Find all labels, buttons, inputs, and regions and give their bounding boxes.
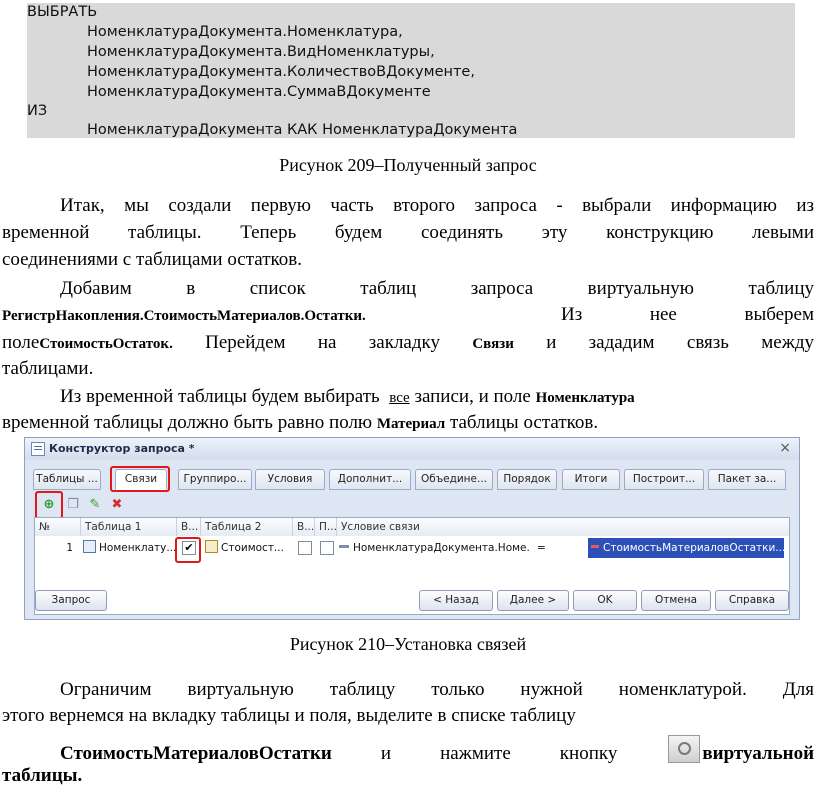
all-keyword: все (389, 390, 410, 406)
paragraph-line: Добавим в список таблиц запроса виртуаль… (60, 278, 814, 299)
query-code-block: ВЫБРАТЬ НоменклатураДокумента.Номенклату… (27, 3, 795, 138)
code-line: НоменклатураДокумента.ВидНоменклатуры, (87, 44, 435, 60)
highlight-box (175, 537, 201, 563)
column-header[interactable]: № (35, 518, 81, 536)
field-name: Материал (376, 416, 446, 432)
column-header[interactable]: В... (293, 518, 315, 536)
table-row[interactable]: 1 Номенклату... ✔ Стоимост... Номенклату… (35, 537, 789, 559)
column-header[interactable]: Таблица 1 (81, 518, 177, 536)
code-line: ВЫБРАТЬ (27, 4, 98, 20)
tab-order[interactable]: Порядок (497, 469, 557, 490)
copy-icon[interactable]: ❐ (65, 497, 81, 513)
help-button[interactable]: Справка (715, 590, 789, 611)
next-button[interactable]: Далее > (497, 590, 569, 611)
column-header[interactable]: П... (315, 518, 337, 536)
query-constructor-window: Конструктор запроса * × Таблицы ... Связ… (24, 437, 800, 620)
tab-batch[interactable]: Пакет за... (708, 469, 786, 490)
figure-caption: Рисунок 209–Полученный запрос (279, 155, 537, 175)
window-titlebar: Конструктор запроса * × (25, 438, 799, 460)
window-title: Конструктор запроса * (49, 442, 195, 455)
paragraph-line: Итак, мы создали первую часть второго за… (60, 195, 814, 216)
edit-icon[interactable]: ✎ (87, 497, 103, 513)
virtual-table-button-icon (668, 735, 701, 763)
paragraph-line: полеСтоимостьОстаток. Перейдем на заклад… (2, 332, 815, 353)
tab-conditions[interactable]: Условия (255, 469, 325, 490)
ok-button[interactable]: OK (573, 590, 637, 611)
paragraph-line: таблицы. (2, 765, 83, 786)
table-icon (83, 540, 96, 553)
tab-name: Связи (472, 336, 514, 352)
delete-icon[interactable]: ✖ (109, 497, 125, 513)
table-icon (205, 540, 218, 553)
arbitrary-checkbox[interactable] (320, 541, 334, 555)
column-header[interactable]: Условие связи (337, 518, 789, 536)
tab-grouping[interactable]: Группиро... (178, 469, 252, 490)
figure-caption: Рисунок 210–Установка связей (289, 634, 527, 654)
table-name: СтоимостьМатериаловОстатки (60, 743, 332, 764)
field-name: СтоимостьОстаток. (39, 336, 173, 352)
condition-left-field[interactable]: НоменклатураДокумента.Номе... (339, 539, 529, 557)
tab-advanced[interactable]: Дополнит... (329, 469, 411, 490)
condition-right-field[interactable]: СтоимостьМатериаловОстатки.... (588, 538, 784, 558)
tab-totals[interactable]: Итоги (562, 469, 620, 490)
condition-operator[interactable]: = (537, 539, 557, 557)
paragraph-line: соединениями с таблицами остатков. (2, 249, 303, 270)
register-name: РегистрНакопления.СтоимостьМатериалов.Ос… (2, 308, 366, 324)
code-line: НоменклатураДокумента КАК НоменклатураДо… (87, 122, 518, 138)
paragraph-line: Из временной таблицы будем выбирать все … (60, 386, 635, 407)
code-line: НоменклатураДокумента.Номенклатура, (87, 24, 403, 40)
code-line: НоменклатураДокумента.СуммаВДокументе (87, 84, 431, 100)
paragraph-line: РегистрНакопления.СтоимостьМатериалов.Ос… (2, 304, 815, 325)
paragraph-line: таблицами. (2, 358, 94, 379)
field-name: Номенклатура (535, 390, 635, 406)
tab-tables[interactable]: Таблицы ... (33, 469, 101, 490)
back-button[interactable]: < Назад (419, 590, 493, 611)
column-header[interactable]: В... (177, 518, 201, 536)
code-line: НоменклатураДокумента.КоличествоВДокумен… (87, 64, 475, 80)
table2-cell[interactable]: Стоимост... (205, 539, 291, 557)
highlight-box (35, 491, 63, 519)
all-records-checkbox-2[interactable] (298, 541, 312, 555)
cancel-button[interactable]: Отмена (641, 590, 711, 611)
table1-cell[interactable]: Номенклату... (83, 539, 175, 557)
code-line: ИЗ (27, 103, 48, 119)
paragraph-line: этого вернемся на вкладку таблицы и поля… (2, 705, 576, 726)
close-icon[interactable]: × (779, 440, 791, 456)
tab-builder[interactable]: Построит... (624, 469, 704, 490)
window-icon (31, 442, 45, 456)
column-header[interactable]: Таблица 2 (201, 518, 293, 536)
paragraph-line: Ограничим виртуальную таблицу только нуж… (60, 679, 814, 700)
paragraph-line: временной таблицы должно быть равно полю… (2, 412, 599, 433)
row-number: 1 (66, 542, 73, 554)
field-icon (591, 545, 599, 548)
field-icon (339, 545, 349, 548)
query-button[interactable]: Запрос (35, 590, 107, 611)
highlight-box (110, 466, 170, 492)
tab-union[interactable]: Объедине... (415, 469, 493, 490)
paragraph-line: временной таблицы. Теперь будем соединят… (2, 222, 814, 243)
